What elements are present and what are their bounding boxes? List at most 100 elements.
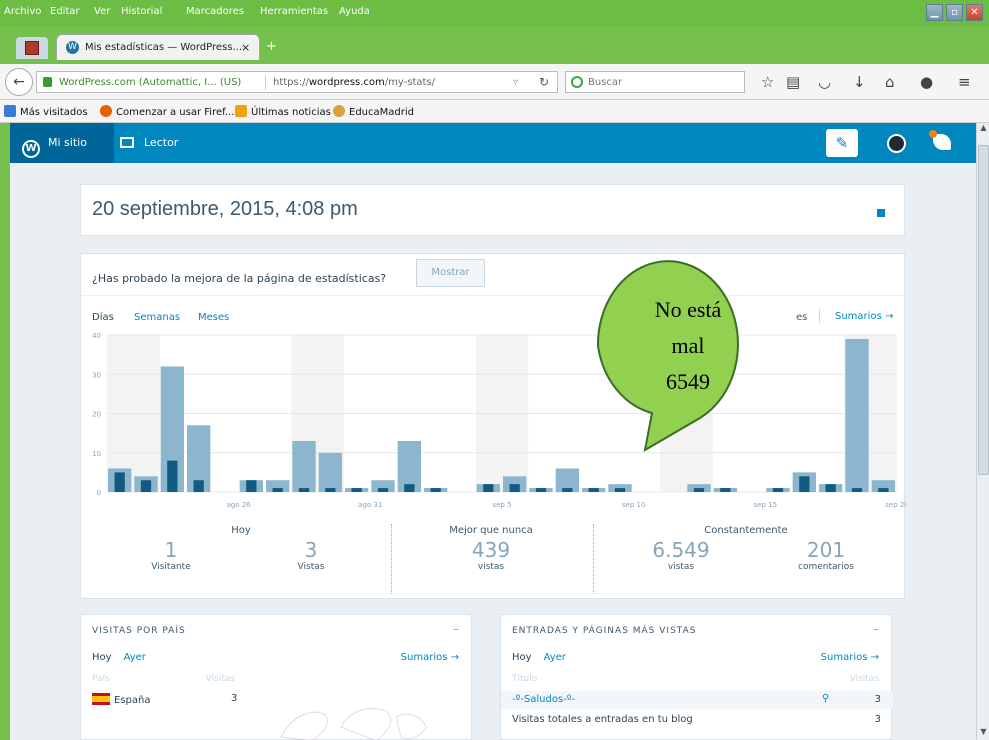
notifications-icon[interactable]	[929, 130, 951, 150]
menu-marcadores[interactable]: Marcadores	[186, 6, 244, 17]
chat-icon[interactable]: ●	[920, 73, 933, 91]
tab-months[interactable]: Meses	[198, 312, 229, 323]
menu-editar[interactable]: Editar	[50, 6, 80, 17]
tab-yesterday[interactable]: Ayer	[124, 652, 146, 663]
today-views: 3 Vistas	[297, 538, 325, 572]
country-name: España	[114, 695, 151, 706]
home-icon[interactable]: ⌂	[885, 73, 895, 91]
reader-icon	[120, 137, 134, 148]
visitors-bar	[693, 488, 705, 492]
avatar[interactable]	[887, 134, 906, 153]
reader-button[interactable]: Lector	[120, 123, 178, 163]
tab-weeks[interactable]: Semanas	[134, 312, 180, 323]
url-bar[interactable]: WordPress.com (Automattic, I... (US) htt…	[36, 71, 558, 93]
write-post-icon[interactable]: ✎	[826, 129, 858, 157]
new-tab-icon[interactable]: +	[266, 39, 277, 54]
menu-historial[interactable]: Historial	[121, 6, 162, 17]
page-title: 20 septiembre, 2015, 4:08 pm	[92, 198, 358, 220]
tab-today[interactable]: Hoy	[92, 652, 112, 663]
tab-today[interactable]: Hoy	[512, 652, 532, 663]
visitors-bar	[298, 488, 310, 492]
minimize-window-button[interactable]: ▁	[926, 4, 943, 21]
back-arrow-icon[interactable]: ←	[5, 68, 33, 96]
collapse-icon[interactable]: –	[453, 622, 459, 636]
post-visits: 3	[874, 714, 881, 725]
menu-ayuda[interactable]: Ayuda	[339, 6, 370, 17]
collapse-icon[interactable]: –	[873, 622, 879, 636]
country-visits: 3	[231, 693, 238, 704]
visitors-bar	[114, 472, 125, 492]
tab-mis-estadisticas[interactable]: W Mis estadísticas — WordPress... ×	[56, 34, 260, 60]
table-row[interactable]: -º-Saludos-º- ⚲ 3	[501, 691, 893, 709]
bookmark-educamadrid[interactable]: EducaMadrid	[333, 105, 414, 118]
visitors-bar	[351, 488, 362, 492]
summaries-link[interactable]: Sumarios →	[401, 652, 459, 663]
tab-days[interactable]: Días	[92, 312, 114, 323]
total-views: 6.549 vistas	[652, 538, 710, 572]
search-engine-icon	[571, 76, 583, 88]
today-visitors: 1 Visitante	[151, 538, 191, 572]
panel-title: ENTRADAS Y PÁGINAS MÁS VISTAS	[512, 626, 697, 636]
x-tick-label: sep 15	[754, 501, 778, 509]
table-row: Visitas totales a entradas en tu blog 3	[501, 711, 893, 729]
visitors-bar	[377, 488, 389, 492]
maximize-window-button[interactable]: ▫	[946, 4, 963, 21]
panel-tabs: Hoy Ayer	[92, 652, 158, 663]
show-button[interactable]: Mostrar	[416, 259, 485, 287]
bookmark-comenzar[interactable]: Comenzar a usar Firef...	[100, 105, 234, 118]
best-views: 439 vistas	[471, 538, 511, 572]
x-tick-label: ago 26	[227, 501, 252, 509]
pinned-tab[interactable]	[16, 37, 48, 59]
menu-herramientas[interactable]: Herramientas	[260, 6, 328, 17]
views-bar	[292, 440, 316, 492]
summaries-link[interactable]: Sumarios →	[821, 652, 879, 663]
visitors-bar	[325, 488, 336, 492]
my-site-button[interactable]: W Mi sitio	[10, 123, 114, 163]
menu-ver[interactable]: Ver	[94, 6, 110, 17]
search-placeholder: Buscar	[588, 77, 623, 88]
hamburger-menu-icon[interactable]: ≡	[958, 73, 971, 91]
country-panel: VISITAS POR PAÍS – Hoy Ayer Sumarios → Pa…	[80, 614, 472, 740]
bookmark-star-icon[interactable]: ☆	[761, 73, 774, 91]
today-heading: Hoy	[231, 525, 251, 536]
educamadrid-icon	[333, 105, 345, 117]
close-window-button[interactable]: ✕	[966, 4, 983, 21]
column-header-visits: Visitas	[849, 674, 879, 684]
reload-icon[interactable]: ↻	[539, 75, 549, 89]
wordpress-favicon-icon: W	[66, 41, 79, 54]
download-icon[interactable]: ↓	[853, 73, 866, 91]
bookmark-ultimas-noticias[interactable]: Últimas noticias	[235, 105, 331, 118]
scrollbar-thumb[interactable]	[978, 145, 989, 475]
total-heading: Constantemente	[704, 525, 788, 536]
page-scrollbar[interactable]: ▲ ▼	[976, 123, 989, 740]
visitors-bar	[614, 488, 626, 492]
visitors-bar	[167, 460, 178, 492]
scroll-up-icon[interactable]: ▲	[978, 123, 989, 135]
magnifier-icon[interactable]: ⚲	[822, 693, 829, 704]
site-home-icon[interactable]	[877, 209, 885, 217]
pocket-icon[interactable]: ◡	[818, 73, 831, 91]
firefox-icon	[100, 105, 112, 117]
post-title-link[interactable]: -º-Saludos-º-	[512, 694, 575, 705]
tab-close-icon[interactable]: ×	[241, 41, 250, 54]
post-visits: 3	[874, 694, 881, 705]
scroll-down-icon[interactable]: ▼	[978, 727, 989, 739]
reading-list-icon[interactable]: ▤	[786, 73, 800, 91]
search-input[interactable]: Buscar	[565, 71, 745, 93]
divider	[593, 524, 594, 594]
site-identity[interactable]: WordPress.com (Automattic, I... (US)	[59, 77, 241, 88]
wordpress-logo-icon: W	[22, 140, 40, 158]
url-dropdown-icon[interactable]: ▿	[513, 77, 518, 88]
url-text[interactable]: https://wordpress.com/my-stats/	[273, 77, 435, 88]
summaries-link[interactable]: Sumarios →	[835, 311, 893, 322]
visitors-bar	[535, 488, 547, 492]
menu-archivo[interactable]: Archivo	[4, 6, 41, 17]
tab-yesterday[interactable]: Ayer	[544, 652, 566, 663]
tab-partial[interactable]: es	[796, 312, 807, 323]
bookmark-mas-visitados[interactable]: Más visitados	[4, 105, 88, 118]
top-posts-panel: ENTRADAS Y PÁGINAS MÁS VISTAS – Hoy Ayer …	[500, 614, 893, 740]
panel-tabs: Hoy Ayer	[512, 652, 578, 663]
pinned-tab-icon	[25, 41, 39, 55]
x-tick-label: sep 5	[492, 501, 511, 509]
visitors-bar	[878, 488, 889, 492]
